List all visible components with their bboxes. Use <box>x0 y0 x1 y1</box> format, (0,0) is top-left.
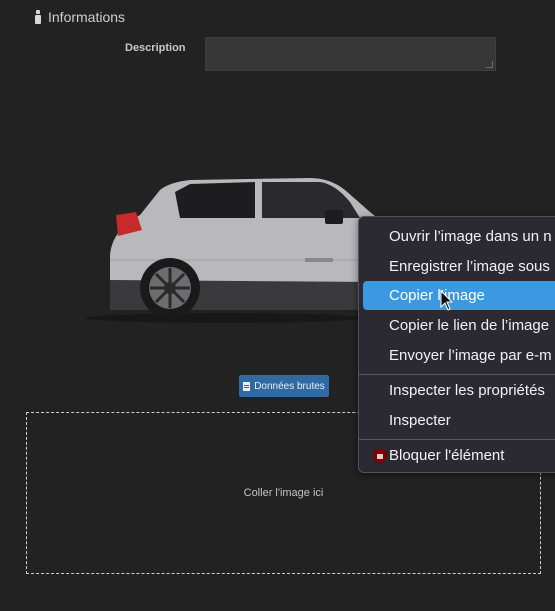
raw-data-button[interactable]: Données brutes <box>239 375 329 397</box>
mouse-cursor-icon <box>440 290 454 311</box>
resize-grip[interactable] <box>486 61 493 68</box>
drop-zone-text: Coller l'image ici <box>243 487 324 499</box>
menu-email-image[interactable]: Envoyer l’image par e-m <box>363 341 555 370</box>
menu-copy-image[interactable]: Copier l’image <box>363 281 555 310</box>
menu-item-label: Copier l’image <box>389 287 485 304</box>
section-title: Informations <box>48 9 126 25</box>
description-label: Description <box>125 42 186 54</box>
menu-open-image[interactable]: Ouvrir l’image dans un n <box>363 222 555 251</box>
menu-save-image[interactable]: Enregistrer l’image sous <box>363 252 555 281</box>
menu-item-label: Inspecter <box>389 412 451 429</box>
menu-item-label: Enregistrer l’image sous <box>389 258 550 275</box>
section-header: Informations <box>34 8 125 26</box>
menu-item-label: Bloquer l'élément <box>389 447 505 464</box>
menu-block-element[interactable]: Bloquer l'élément <box>363 441 555 470</box>
car-image[interactable] <box>80 160 380 335</box>
info-icon <box>34 9 42 25</box>
raw-data-label: Données brutes <box>254 380 325 392</box>
car-illustration <box>85 178 380 323</box>
menu-inspect[interactable]: Inspecter <box>363 406 555 435</box>
menu-item-label: Envoyer l’image par e-m <box>389 347 552 364</box>
document-icon <box>243 381 251 391</box>
description-field[interactable] <box>205 37 496 71</box>
menu-item-label: Ouvrir l’image dans un n <box>389 228 552 245</box>
menu-separator <box>359 439 555 440</box>
menu-item-label: Inspecter les propriétés <box>389 382 545 399</box>
ublock-shield-icon <box>373 449 387 464</box>
menu-inspect-properties[interactable]: Inspecter les propriétés <box>363 376 555 405</box>
menu-separator <box>359 374 555 375</box>
menu-item-label: Copier le lien de l’image <box>389 317 550 334</box>
context-menu: Ouvrir l’image dans un n Enregistrer l’i… <box>358 216 555 473</box>
menu-copy-image-link[interactable]: Copier le lien de l’image <box>363 311 555 340</box>
